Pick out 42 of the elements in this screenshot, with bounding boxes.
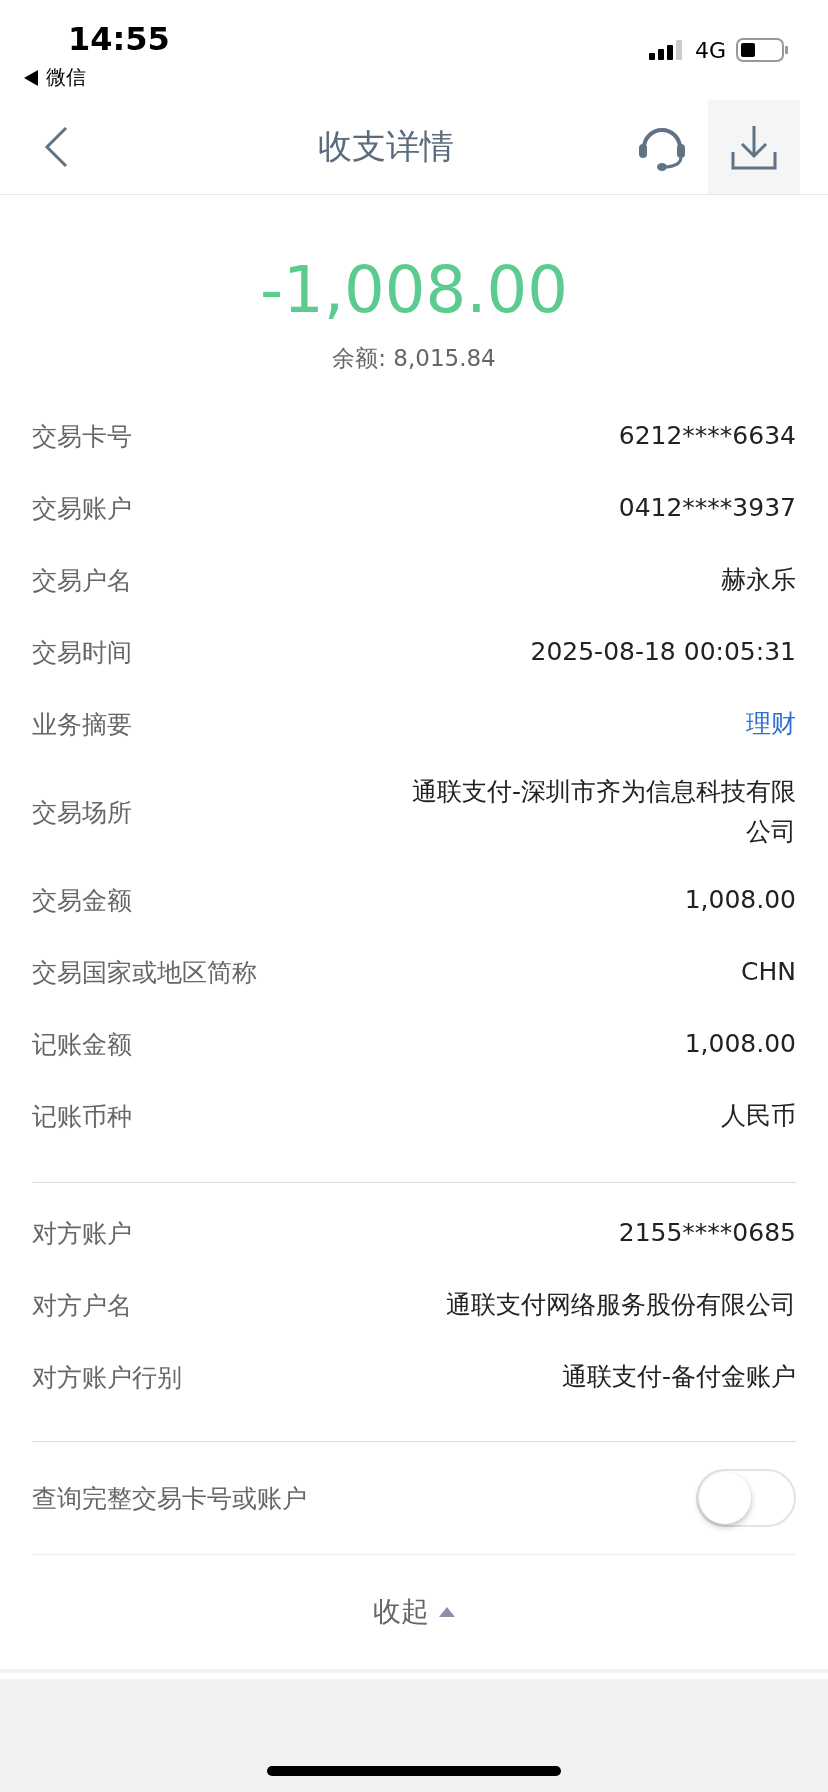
network-label: 4G [694, 37, 726, 63]
field-label: 记账金额 [32, 1028, 132, 1061]
field-value: 人民币 [721, 1100, 796, 1132]
field-label: 业务摘要 [32, 708, 132, 741]
field-value: 通联支付-备付金账户 [561, 1361, 796, 1393]
field-label: 交易账户 [32, 492, 132, 525]
field-label: 交易场所 [32, 796, 132, 829]
triangle-left-icon [24, 69, 38, 86]
collapse-button[interactable]: 收起 [367, 1555, 461, 1669]
download-icon [731, 124, 777, 170]
toggle-label: 查询完整交易卡号或账户 [32, 1482, 307, 1515]
caret-up-icon [439, 1607, 455, 1617]
field-value: 1,008.00 [684, 1028, 796, 1060]
field-value: 赫永乐 [721, 564, 796, 596]
battery-icon [736, 38, 788, 62]
field-value: 1,008.00 [684, 884, 796, 916]
toggle-switch[interactable] [696, 1469, 796, 1527]
signal-icon [648, 40, 685, 60]
field-label: 对方账户 [32, 1217, 132, 1250]
field-label: 交易时间 [32, 636, 132, 669]
field-label: 对方账户行别 [32, 1361, 182, 1394]
field-label: 交易卡号 [32, 420, 132, 453]
field-value: 通联支付网络服务股份有限公司 [446, 1289, 796, 1321]
field-value: 0412****3937 [618, 492, 796, 524]
field-value: 通联支付-深圳市齐为信息科技有限公司 [411, 776, 796, 848]
transaction-amount: -1,008.00 [258, 255, 570, 325]
page-title: 收支详情 [317, 125, 455, 168]
field-value: 2025-08-18 00:05:31 [530, 636, 796, 668]
field-label: 交易户名 [32, 564, 132, 597]
chevron-left-icon [44, 126, 68, 168]
back-to-app-link[interactable]: 微信 [24, 64, 170, 91]
field-value: 6212****6634 [618, 420, 796, 452]
field-label: 对方户名 [32, 1289, 132, 1322]
field-value: CHN [741, 956, 796, 988]
status-time: 14:55 [68, 20, 170, 58]
field-value: 2155****0685 [618, 1217, 796, 1249]
download-button[interactable] [708, 100, 800, 194]
balance-text: 余额: 8,015.84 [331, 344, 497, 373]
summary-link[interactable]: 理财 [746, 704, 796, 744]
field-label: 交易国家或地区简称 [32, 956, 257, 989]
field-label: 交易金额 [32, 884, 132, 917]
field-label: 记账币种 [32, 1100, 132, 1133]
